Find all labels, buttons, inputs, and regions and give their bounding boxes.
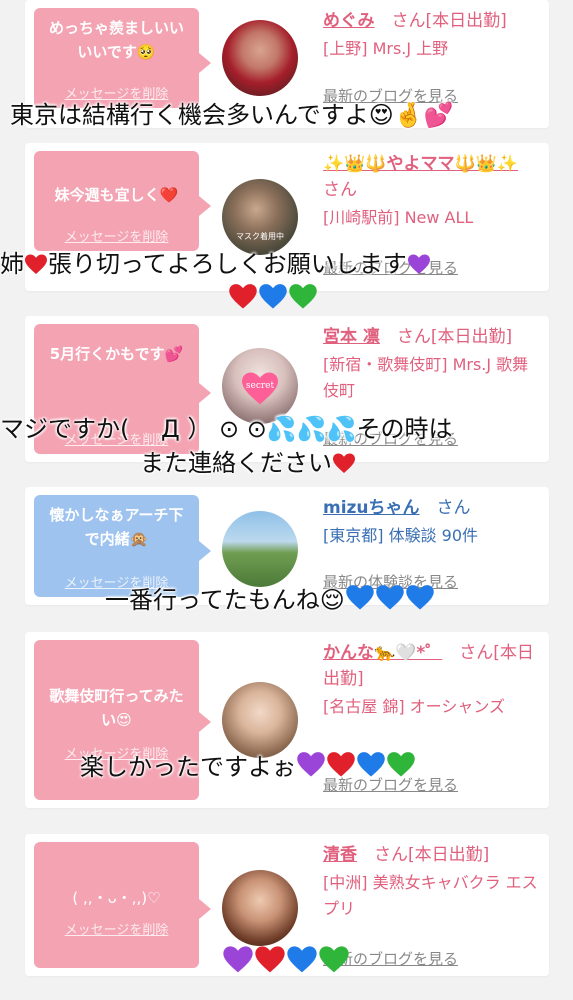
red-heart-icon (333, 453, 355, 473)
cast-name-line: めぐみ さん[本日出勤] (323, 8, 541, 34)
overlay-text: 一番行ってたもんね😌 (105, 586, 345, 614)
avatar[interactable] (222, 682, 298, 758)
bubble-message: 歌舞伎町行ってみたい😍 (49, 687, 184, 729)
blue-heart-icon (376, 585, 404, 610)
cast-name-link[interactable]: 宮本 凛 (323, 327, 380, 347)
cast-name-line: 清香 さん[本日出勤] (323, 842, 541, 868)
message-bubble: 懐かしなぁアーチ下で内緒🙊 メッセージを削除 (34, 495, 211, 597)
overlay-caption (222, 944, 573, 978)
avatar[interactable] (222, 511, 298, 587)
cast-location: [新宿・歌舞伎町] Mrs.J 歌舞伎町 (323, 355, 529, 400)
avatar[interactable]: マスク着用中 (222, 179, 298, 255)
avatar-caption: マスク着用中 (236, 232, 284, 241)
cast-suffix: さん (323, 180, 357, 200)
cast-location: [名古屋 錦] オーシャンズ (323, 697, 506, 716)
blue-heart-icon (357, 752, 385, 777)
cast-name-line: mizuちゃん さん (323, 495, 541, 521)
purple-heart-icon (223, 946, 253, 973)
cast-name-link[interactable]: 清香 (323, 845, 357, 865)
delete-message-link[interactable]: メッセージを削除 (34, 919, 199, 938)
cast-name-link[interactable]: めぐみ (323, 11, 375, 31)
cast-location: [東京都] 体験談 90件 (323, 526, 479, 545)
red-heart-icon (255, 946, 285, 973)
red-heart-icon (229, 284, 257, 309)
cast-suffix: さん (436, 498, 471, 518)
cast-location: [上野] Mrs.J 上野 (323, 39, 449, 58)
cast-suffix: さん[本日出勤] (391, 11, 507, 31)
overlay-caption (228, 282, 573, 314)
message-bubble: ( ,,・ᴗ・,,)♡ メッセージを削除 (34, 842, 211, 968)
message-bubble: 妹今週も宜しく❤️ メッセージを削除 (34, 151, 211, 251)
cast-suffix: さん[本日出勤] (374, 845, 490, 865)
blue-heart-icon (259, 284, 287, 309)
overlay-text: また連絡ください (140, 449, 332, 477)
avatar[interactable]: secret (222, 348, 298, 424)
green-heart-icon (289, 284, 317, 309)
overlay-caption: 楽しかったですよぉ (80, 750, 573, 782)
overlay-caption: 一番行ってたもんね😌 (105, 583, 573, 615)
overlay-text: 楽しかったですよぉ (80, 753, 296, 781)
overlay-text: 東京は結構行く機会多いんですよ😍🤞💕 (10, 101, 454, 129)
bubble-message: めっちゃ羨ましいいいいです🥺 (48, 19, 184, 61)
cast-location: [中洲] 美熟女キャバクラ エスプリ (323, 873, 538, 918)
bubble-message: 5月行くかもです💕 (49, 345, 184, 363)
overlay-text: マジですか( Д ） ⊙ ⊙💦💦💦その時は (0, 415, 453, 443)
blue-heart-icon (287, 946, 317, 973)
overlay-caption: マジですか( Д ） ⊙ ⊙💦💦💦その時は (0, 414, 573, 444)
purple-heart-icon (297, 752, 325, 777)
cast-name-line: かんな🐆🤍*゜ さん[本日出勤] (323, 640, 541, 692)
bubble-message: 懐かしなぁアーチ下で内緒🙊 (49, 506, 184, 548)
green-heart-icon (387, 752, 415, 777)
blue-heart-icon (346, 585, 374, 610)
avatar[interactable] (222, 870, 298, 946)
delete-message-link[interactable]: メッセージを削除 (34, 226, 199, 245)
green-heart-icon (319, 946, 349, 973)
blue-heart-icon (406, 585, 434, 610)
overlay-caption: 姉張り切ってよろしくお願いします (0, 249, 573, 279)
purple-heart-icon (407, 254, 430, 274)
avatar-caption: secret (245, 381, 275, 391)
overlay-caption: また連絡ください (140, 448, 573, 478)
cast-suffix: さん[本日出勤] (396, 327, 513, 347)
cast-name-line: ✨👑🔱やよママ🔱👑✨ さん (323, 151, 541, 203)
red-heart-icon (25, 254, 47, 274)
red-heart-icon (327, 752, 355, 777)
cast-name-link[interactable]: かんな🐆🤍*゜ (323, 643, 442, 663)
cast-name-link[interactable]: mizuちゃん (323, 498, 420, 518)
message-bubble: めっちゃ羨ましいいいいです🥺 メッセージを削除 (34, 8, 211, 108)
cast-name-line: 宮本 凛 さん[本日出勤] (323, 324, 541, 350)
bubble-message: 妹今週も宜しく❤️ (54, 186, 179, 204)
overlay-text: 姉 (0, 250, 24, 278)
cast-location: [川崎駅前] New ALL (323, 208, 474, 227)
bubble-message: ( ,,・ᴗ・,,)♡ (72, 889, 161, 907)
overlay-caption: 東京は結構行く機会多いんですよ😍🤞💕 (10, 100, 573, 130)
overlay-text: 張り切ってよろしくお願いします (48, 250, 407, 278)
cast-name-link[interactable]: ✨👑🔱やよママ🔱👑✨ (323, 154, 518, 174)
avatar[interactable] (222, 20, 298, 96)
